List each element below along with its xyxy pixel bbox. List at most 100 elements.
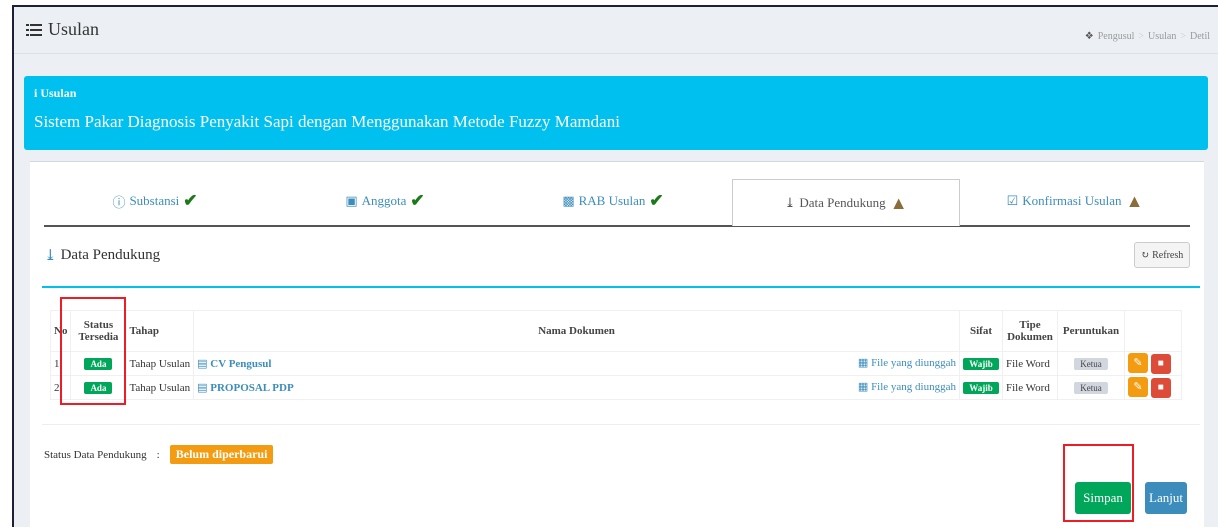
lanjut-button[interactable]: Lanjut [1145, 482, 1187, 514]
refresh-label: Refresh [1152, 249, 1184, 261]
section-title: ⤓ Data Pendukung [44, 246, 160, 265]
pencil-icon: ✎ [1133, 381, 1143, 393]
col-tipe-dokumen: Tipe Dokumen [1002, 310, 1058, 352]
section-title-text: Data Pendukung [60, 247, 161, 263]
document-name: PROPOSAL PDP [210, 382, 294, 394]
tab-label: Konfirmasi Usulan [1022, 193, 1122, 208]
money-icon: ▩ [562, 193, 575, 208]
table-row: 2 Ada Tahap Usulan ▤ PROPOSAL PDP ▦ File… [49, 375, 1182, 400]
peruntukan-badge: Ketua [1074, 381, 1108, 394]
breadcrumb-item-pengusul[interactable]: Pengusul [1098, 31, 1135, 42]
col-nama-dokumen: Nama Dokumen [193, 310, 960, 352]
breadcrumb-item-usulan[interactable]: Usulan [1148, 31, 1176, 42]
data-pendukung-panel: ⓘ Substansi ✔ ▣ Anggota ✔ ▩ RAB Usulan ✔… [30, 161, 1204, 528]
content-wrapper: Usulan ❖ Pengusul > Usulan > Detil i Usu… [12, 5, 1218, 528]
status-colon: : [156, 448, 160, 461]
table-row: 1 Ada Tahap Usulan ▤ CV Pengusul ▦ File … [49, 351, 1182, 376]
document-name: CV Pengusul [210, 358, 272, 370]
pdf-icon: ▤ [197, 358, 208, 370]
uploaded-file-label: File yang diunggah [871, 381, 956, 393]
cell-tahap: Tahap Usulan [125, 375, 195, 400]
check-icon: ✔ [183, 191, 198, 210]
tab-bar: ⓘ Substansi ✔ ▣ Anggota ✔ ▩ RAB Usulan ✔… [44, 179, 1190, 227]
trash-icon: ■ [1157, 382, 1164, 393]
peruntukan-badge: Ketua [1074, 357, 1108, 370]
cell-tipe-dokumen: File Word [1002, 375, 1058, 400]
breadcrumb-separator: > [1180, 31, 1186, 42]
col-tahap: Tahap [125, 310, 195, 352]
edit-button[interactable]: ✎ [1128, 353, 1148, 373]
pdf-icon: ▤ [197, 382, 208, 394]
breadcrumb: ❖ Pengusul > Usulan > Detil [1085, 31, 1210, 42]
callout-heading: i Usulan [34, 86, 76, 101]
check-square-icon: ☑ [1006, 193, 1019, 208]
divider [42, 286, 1200, 288]
info-icon: i [34, 86, 38, 100]
document-link[interactable]: ▤ PROPOSAL PDP [197, 382, 294, 394]
tab-label: RAB Usulan [578, 193, 646, 208]
usulan-callout: i Usulan Sistem Pakar Diagnosis Penyakit… [24, 76, 1208, 150]
uploaded-file-link[interactable]: ▦ File yang diunggah [858, 356, 956, 369]
uploaded-file-label: File yang diunggah [871, 357, 956, 369]
refresh-button[interactable]: ↻ Refresh [1134, 242, 1190, 268]
tab-label: Data Pendukung [799, 195, 886, 210]
status-badge: Belum diperbarui [169, 445, 274, 464]
pencil-icon: ✎ [1133, 357, 1143, 369]
cell-sifat: Wajib [959, 375, 1003, 400]
sifat-badge: Wajib [963, 381, 999, 394]
tab-data-pendukung[interactable]: ⤓ Data Pendukung ▲ [732, 179, 960, 226]
cell-tahap: Tahap Usulan [125, 351, 195, 376]
col-peruntukan: Peruntukan [1057, 310, 1125, 352]
breadcrumb-item-detil: Detil [1190, 31, 1210, 42]
word-file-icon: ▦ [857, 381, 869, 393]
tab-konfirmasi-usulan[interactable]: ☑ Konfirmasi Usulan ▲ [962, 179, 1188, 223]
document-link[interactable]: ▤ CV Pengusul [197, 358, 271, 370]
cell-peruntukan: Ketua [1057, 375, 1125, 400]
tab-anggota[interactable]: ▣ Anggota ✔ [272, 179, 498, 223]
edit-button[interactable]: ✎ [1128, 377, 1148, 397]
col-sifat: Sifat [959, 310, 1003, 352]
col-actions [1124, 310, 1182, 352]
page-title: Usulan [26, 19, 99, 40]
divider [42, 424, 1200, 425]
warning-icon: ▲ [889, 192, 908, 213]
word-file-icon: ▦ [857, 357, 869, 369]
refresh-icon: ↻ [1140, 249, 1150, 261]
breadcrumb-separator: > [1138, 31, 1145, 42]
cell-tipe-dokumen: File Word [1002, 351, 1058, 376]
warning-icon: ▲ [1125, 190, 1144, 211]
dokumen-table: No Status Tersedia Tahap Nama Dokumen Si… [49, 310, 1182, 400]
tab-label: Anggota [361, 193, 407, 208]
home-icon: ❖ [1084, 31, 1094, 42]
download-icon: ⤓ [44, 248, 57, 264]
download-icon: ⤓ [784, 195, 796, 210]
cell-sifat: Wajib [959, 351, 1003, 376]
delete-button[interactable]: ■ [1150, 354, 1171, 374]
tab-rab-usulan[interactable]: ▩ RAB Usulan ✔ [500, 179, 726, 223]
trash-icon: ■ [1157, 358, 1164, 369]
cell-actions: ✎ ■ [1124, 375, 1182, 400]
tab-substansi[interactable]: ⓘ Substansi ✔ [44, 179, 266, 223]
cell-peruntukan: Ketua [1057, 351, 1125, 376]
highlight-box-status-column [60, 297, 126, 405]
cell-nama-dokumen: ▤ CV Pengusul ▦ File yang diunggah [193, 351, 960, 376]
delete-button[interactable]: ■ [1150, 378, 1171, 398]
status-data-pendukung: Status Data Pendukung : Belum diperbarui [44, 445, 274, 464]
callout-heading-text: Usulan [40, 86, 77, 100]
info-circle-icon: ⓘ [112, 194, 126, 210]
tab-label: Substansi [129, 193, 180, 208]
user-icon: ▣ [345, 193, 358, 208]
list-icon [26, 23, 42, 36]
check-icon: ✔ [410, 191, 425, 210]
highlight-box-simpan-button [1063, 444, 1134, 522]
uploaded-file-link[interactable]: ▦ File yang diunggah [858, 380, 956, 393]
page-title-text: Usulan [48, 19, 99, 39]
status-label: Status Data Pendukung [44, 448, 147, 461]
content-header: Usulan ❖ Pengusul > Usulan > Detil [14, 7, 1218, 54]
sifat-badge: Wajib [963, 357, 999, 370]
cell-nama-dokumen: ▤ PROPOSAL PDP ▦ File yang diunggah [193, 375, 960, 400]
cell-actions: ✎ ■ [1124, 351, 1182, 376]
callout-title: Sistem Pakar Diagnosis Penyakit Sapi den… [34, 112, 620, 131]
table-header-row: No Status Tersedia Tahap Nama Dokumen Si… [49, 310, 1182, 352]
check-icon: ✔ [649, 191, 664, 210]
